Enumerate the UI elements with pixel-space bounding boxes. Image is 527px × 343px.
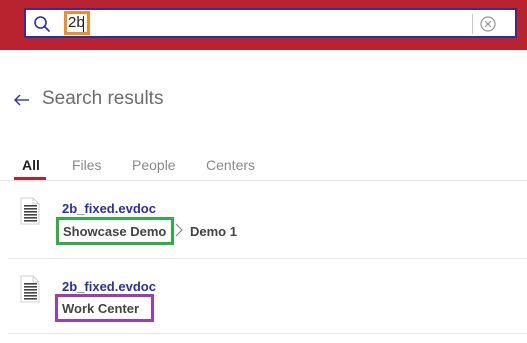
tab-files[interactable]: Files — [72, 157, 102, 173]
tab-people[interactable]: People — [132, 157, 176, 173]
breadcrumb-work-center[interactable]: Work Center — [62, 301, 139, 316]
top-bar: 2b — [0, 0, 527, 50]
result-tabs: All Files People Centers — [0, 155, 527, 181]
result-item[interactable]: 2b_fixed.evdoc Work Center — [0, 259, 527, 337]
breadcrumb-showcase-demo[interactable]: Showcase Demo — [63, 224, 166, 239]
tab-centers[interactable]: Centers — [206, 157, 255, 173]
page-title: Search results — [42, 88, 164, 109]
document-icon — [20, 197, 40, 225]
search-divider — [472, 14, 473, 34]
search-icon[interactable] — [33, 15, 51, 33]
result-file-link[interactable]: 2b_fixed.evdoc — [62, 201, 156, 216]
result-file-link[interactable]: 2b_fixed.evdoc — [62, 279, 156, 294]
back-arrow-icon[interactable] — [13, 91, 31, 109]
text-caret — [83, 16, 84, 32]
tab-all[interactable]: All — [22, 157, 40, 173]
row-divider — [8, 333, 527, 334]
document-icon — [20, 275, 40, 303]
clear-icon[interactable] — [479, 15, 497, 33]
breadcrumb-demo-1[interactable]: Demo 1 — [190, 224, 237, 239]
chevron-right-icon — [175, 223, 183, 237]
search-box[interactable]: 2b — [24, 8, 517, 38]
result-item[interactable]: 2b_fixed.evdoc Showcase Demo Demo 1 — [0, 181, 527, 259]
